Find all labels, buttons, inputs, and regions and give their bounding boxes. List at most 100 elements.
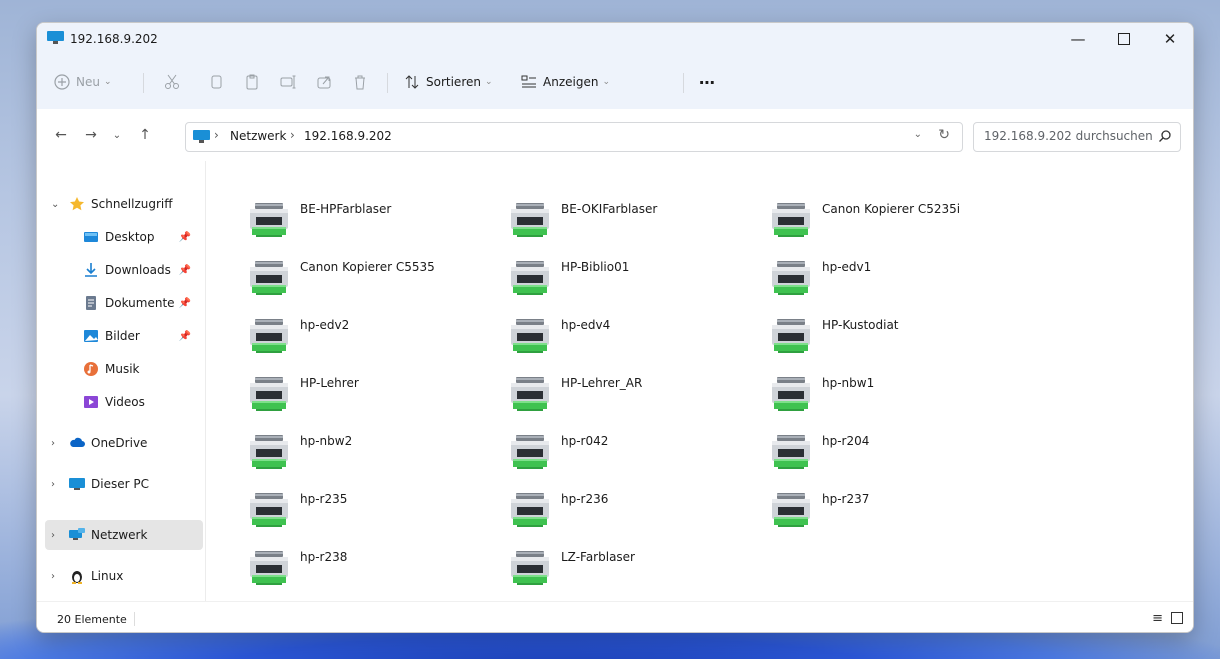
chevron-down-icon: ⌄ [602,77,610,87]
printer-item[interactable]: BE-HPFarblaser [206,198,456,244]
copy-button[interactable] [207,70,225,94]
printer-item[interactable]: hp-edv4 [467,314,717,360]
sidebar-item-desktop[interactable]: Desktop 📌 [45,222,203,252]
printer-item[interactable]: BE-OKIFarblaser [467,198,717,244]
more-icon: ⋯ [699,72,715,92]
printer-item[interactable]: hp-nbw2 [206,430,456,476]
printer-item[interactable]: hp-r236 [467,488,717,534]
sidebar-item-onedrive[interactable]: › OneDrive [45,428,203,458]
printer-icon [511,377,549,411]
back-button[interactable]: ← [49,124,73,146]
printer-item[interactable]: HP-Kustodiat [728,314,978,360]
sidebar-item-musik[interactable]: Musik [45,354,203,384]
forward-button[interactable]: → [79,124,103,146]
sort-label: Sortieren [426,75,481,89]
printer-icon [772,203,810,237]
status-bar: 20 Elemente ≡ [37,601,1193,632]
up-arrow-icon: ↑ [139,127,151,143]
maximize-button[interactable] [1101,23,1147,55]
printer-item[interactable]: hp-r237 [728,488,978,534]
sort-button[interactable]: Sortieren ⌄ [403,70,493,94]
printer-item[interactable]: hp-r238 [206,546,456,592]
close-icon: ✕ [1163,30,1177,48]
printer-item[interactable]: hp-nbw1 [728,372,978,418]
download-arrow-icon [85,263,97,277]
refresh-icon[interactable]: ↻ [938,127,950,143]
printer-icon [772,261,810,295]
chevron-right-icon[interactable]: › [51,438,55,449]
sidebar-item-dokumente[interactable]: Dokumente 📌 [45,288,203,318]
printer-icon [511,261,549,295]
sidebar-item-label: Dieser PC [91,477,149,491]
sidebar-item-downloads[interactable]: Downloads 📌 [45,255,203,285]
sidebar-item-netzwerk[interactable]: › Netzwerk [45,520,203,550]
printer-name: hp-edv2 [300,318,350,332]
recent-locations-button[interactable]: ⌄ [105,124,129,146]
sidebar-item-dieser-pc[interactable]: › Dieser PC [45,469,203,499]
cut-button[interactable] [163,70,181,94]
maximize-icon [1118,33,1130,45]
toolbar-separator [143,73,144,93]
printer-icon [250,435,288,469]
pin-icon[interactable]: 📌 [179,331,191,342]
printer-item[interactable]: hp-r235 [206,488,456,534]
printer-item[interactable]: hp-r204 [728,430,978,476]
pin-icon[interactable]: 📌 [179,298,191,309]
printer-name: hp-r204 [822,434,870,448]
printer-icon [511,319,549,353]
search-input[interactable]: 192.168.9.202 durchsuchen [973,122,1181,152]
details-view-icon[interactable]: ≡ [1152,611,1163,626]
printer-icon [772,377,810,411]
pin-icon[interactable]: 📌 [179,265,191,276]
printer-item[interactable]: HP-Lehrer_AR [467,372,717,418]
printer-item[interactable]: hp-r042 [467,430,717,476]
title-bar: 192.168.9.202 — ✕ [37,23,1193,55]
rename-button[interactable] [279,70,297,94]
printer-item[interactable]: hp-edv1 [728,256,978,302]
desktop-folder-icon [84,232,98,242]
printer-name: hp-r238 [300,550,348,564]
printer-item[interactable]: Canon Kopierer C5235i [728,198,978,244]
printer-item[interactable]: hp-edv2 [206,314,456,360]
plus-circle-icon [54,74,70,90]
pin-icon[interactable]: 📌 [179,232,191,243]
printer-item[interactable]: HP-Lehrer [206,372,456,418]
breadcrumb-netzwerk[interactable]: Netzwerk [230,129,286,143]
chevron-right-icon[interactable]: › [51,479,55,490]
address-dropdown-icon[interactable]: ⌄ [914,129,922,140]
printer-name: Canon Kopierer C5235i [822,202,961,216]
toolbar-separator [683,73,684,93]
chevron-down-icon[interactable]: ⌄ [51,199,59,210]
printer-name: LZ-Farblaser [561,550,635,564]
copy-icon [211,75,222,89]
chevron-right-icon[interactable]: › [51,530,55,541]
more-options-button[interactable]: ⋯ [699,70,715,94]
music-icon [84,362,98,376]
paste-button[interactable] [243,70,261,94]
sidebar-item-schnellzugriff[interactable]: ⌄ Schnellzugriff [45,189,203,219]
breadcrumb-current[interactable]: 192.168.9.202 [304,129,392,143]
view-button[interactable]: Anzeigen ⌄ [520,70,610,94]
new-button[interactable]: Neu ⌄ [53,70,112,94]
printer-item[interactable]: HP-Biblio01 [467,256,717,302]
printer-name: HP-Biblio01 [561,260,630,274]
close-button[interactable]: ✕ [1147,23,1193,55]
address-row: ← → ⌄ ↑ › Netzwerk › 192.168.9.202 ⌄ ↻ 1… [37,109,1193,161]
tiles-view-icon[interactable] [1171,612,1183,624]
printer-item[interactable]: LZ-Farblaser [467,546,717,592]
printer-item[interactable]: Canon Kopierer C5535 [206,256,456,302]
sidebar-item-bilder[interactable]: Bilder 📌 [45,321,203,351]
chevron-down-icon: ⌄ [484,77,493,87]
printer-icon [511,203,549,237]
address-bar[interactable]: › Netzwerk › 192.168.9.202 ⌄ ↻ [185,122,963,152]
sidebar-item-linux[interactable]: › Linux [45,561,203,591]
minimize-button[interactable]: — [1055,23,1101,55]
printer-name: HP-Kustodiat [822,318,899,332]
share-button[interactable] [315,70,333,94]
sidebar-item-videos[interactable]: Videos [45,387,203,417]
chevron-right-icon[interactable]: › [51,571,55,582]
printer-icon [250,203,288,237]
delete-button[interactable] [351,70,369,94]
up-button[interactable]: ↑ [133,124,157,146]
clipboard-icon [246,74,258,90]
